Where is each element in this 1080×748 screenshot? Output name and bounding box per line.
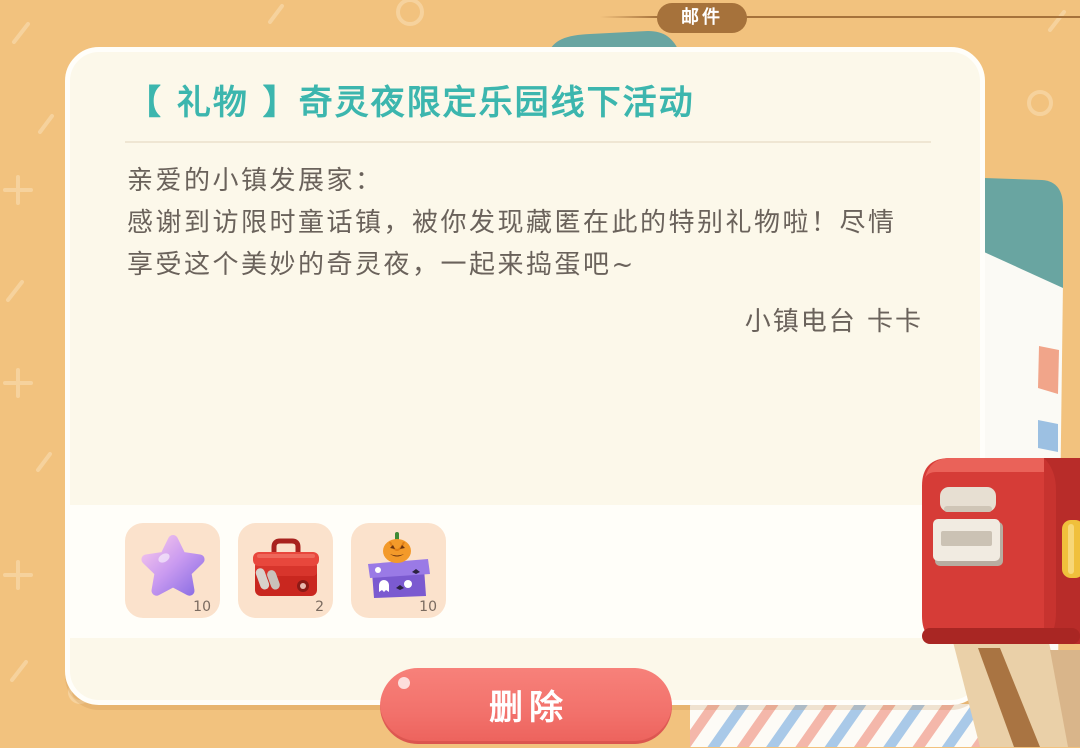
red-toolbox-icon [253,538,319,596]
reward-item-star[interactable]: 10 [125,523,220,618]
tab-divider-line-left [600,16,658,18]
mail-card: 【 礼物 】奇灵夜限定乐园线下活动 亲爱的小镇发展家： 感谢到访限时童话镇，被你… [65,47,985,705]
delete-button[interactable]: 删除 [380,668,672,744]
mail-signature: 小镇电台 卡卡 [744,307,923,337]
tab-divider-line-right [745,16,1080,18]
reward-count: 10 [193,599,211,615]
reward-item-halloween-box[interactable]: 10 [351,523,446,618]
button-highlight [398,677,410,689]
reward-list: 10 2 10 [70,505,980,638]
mail-greeting: 亲爱的小镇发展家： [127,166,384,196]
title-divider [125,141,931,143]
reward-count: 10 [419,599,437,615]
delete-button-label: 删除 [489,688,569,728]
mail-body-line: 享受这个美妙的奇灵夜，一起来捣蛋吧~ [127,250,636,280]
reward-count: 2 [315,599,324,615]
mail-body: 亲爱的小镇发展家： 感谢到访限时童话镇，被你发现藏匿在此的特别礼物啦！尽情 享受… [127,160,897,286]
purple-star-icon [141,535,205,596]
mail-tab-title: 邮件 [657,3,747,33]
mail-body-line: 感谢到访限时童话镇，被你发现藏匿在此的特别礼物啦！尽情 [127,208,897,238]
mail-title: 【 礼物 】奇灵夜限定乐园线下活动 [127,83,695,123]
reward-item-toolbox[interactable]: 2 [238,523,333,618]
halloween-gift-box-icon [368,532,430,598]
